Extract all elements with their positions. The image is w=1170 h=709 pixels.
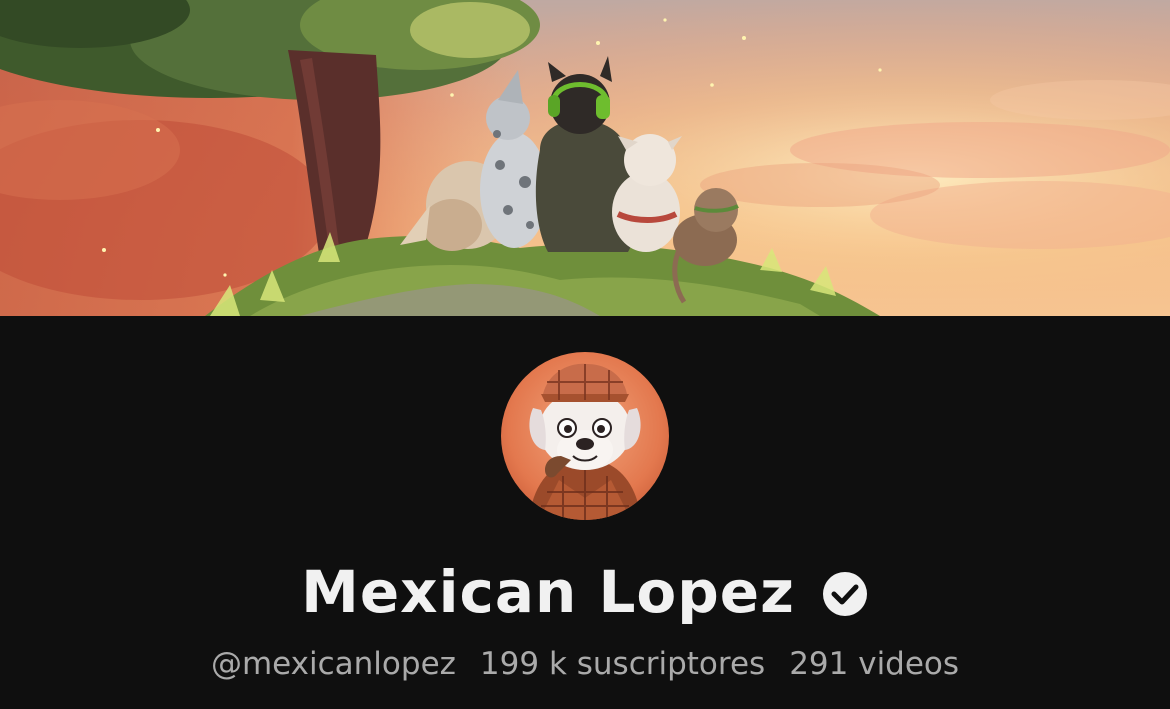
verified-check-icon	[821, 570, 869, 618]
video-count: 291 videos	[789, 646, 960, 682]
channel-handle: @mexicanlopez	[210, 646, 456, 682]
channel-meta-row: @mexicanlopez 199 k suscriptores 291 vid…	[0, 641, 1170, 687]
channel-name: Mexican Lopez	[301, 558, 795, 626]
channel-header-screen: Mexican Lopez @mexicanlopez 199 k suscri…	[0, 0, 1170, 709]
dog-detective-avatar	[501, 352, 669, 520]
channel-avatar[interactable]	[501, 352, 669, 520]
subscriber-count: 199 k suscriptores	[479, 646, 766, 682]
channel-title-row: Mexican Lopez	[0, 556, 1170, 628]
channel-banner	[0, 0, 1170, 316]
channel-banner-artwork	[0, 0, 1170, 316]
